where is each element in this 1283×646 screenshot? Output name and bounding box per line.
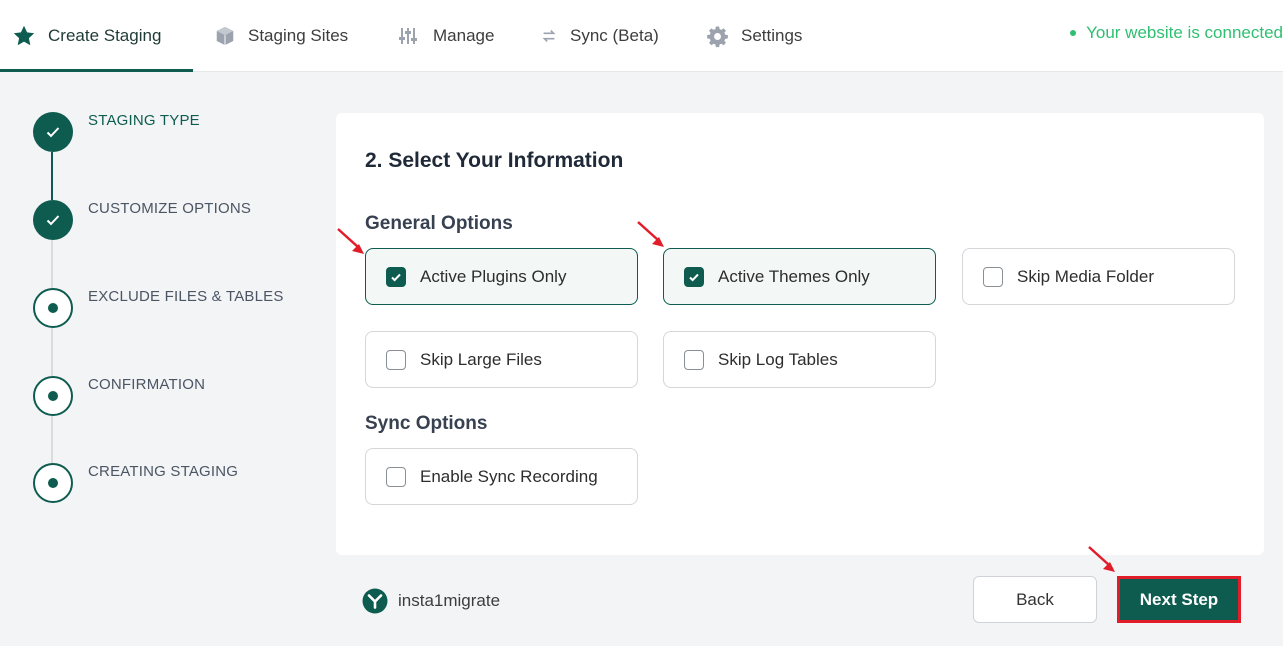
checkbox-icon[interactable] — [684, 349, 704, 370]
step-confirmation: CONFIRMATION — [33, 376, 205, 416]
tab-sync-beta[interactable]: Sync (Beta) — [540, 0, 659, 72]
option-skip-large-files[interactable]: Skip Large Files — [365, 331, 638, 388]
checkbox-checked-icon[interactable] — [386, 266, 406, 287]
step-label: CREATING STAGING — [88, 463, 239, 480]
tab-label: Staging Sites — [248, 26, 349, 45]
tab-label: Sync (Beta) — [570, 26, 659, 45]
stepper-connector-done — [51, 152, 53, 200]
select-information-card: 2. Select Your Information General Optio… — [336, 113, 1264, 555]
sync-icon — [542, 30, 556, 42]
step-pending-icon — [33, 463, 73, 503]
card-title: 2. Select Your Information — [365, 149, 624, 172]
step-label: STAGING TYPE — [88, 112, 200, 129]
next-step-button[interactable]: Next Step — [1117, 576, 1241, 623]
tab-staging-sites[interactable]: Staging Sites — [214, 0, 348, 72]
option-active-plugins-only[interactable]: Active Plugins Only — [365, 248, 638, 305]
connection-status: Your website is connected — [1070, 0, 1283, 66]
step-pending-icon — [33, 376, 73, 416]
option-skip-media-folder[interactable]: Skip Media Folder — [962, 248, 1235, 305]
progress-stepper: STAGING TYPE CUSTOMIZE OPTIONS EXCLUDE F… — [0, 72, 330, 592]
option-active-themes-only[interactable]: Active Themes Only — [663, 248, 936, 305]
tab-manage[interactable]: Manage — [399, 0, 494, 72]
tab-label: Create Staging — [48, 26, 162, 45]
stepper-connector — [51, 415, 53, 463]
step-pending-icon — [33, 288, 73, 328]
general-options-title: General Options — [365, 213, 513, 234]
star-icon — [13, 25, 35, 46]
checkbox-icon[interactable] — [386, 466, 406, 487]
sync-options-title: Sync Options — [365, 413, 488, 434]
annotation-arrow-icon — [1088, 546, 1115, 572]
stepper-connector — [51, 328, 53, 376]
cube-icon — [216, 26, 234, 46]
annotation-arrow-icon — [637, 221, 664, 247]
option-label: Active Plugins Only — [420, 266, 567, 286]
back-button[interactable]: Back — [973, 576, 1097, 623]
tab-label: Manage — [433, 26, 495, 45]
tab-create-staging[interactable]: Create Staging — [12, 0, 161, 72]
connection-status-text: Your website is connected — [1086, 23, 1283, 42]
option-label: Active Themes Only — [718, 266, 870, 286]
step-exclude-files-tables: EXCLUDE FILES & TABLES — [33, 288, 283, 328]
tab-label: Settings — [741, 26, 803, 45]
step-customize-options: CUSTOMIZE OPTIONS — [33, 200, 251, 240]
checkbox-icon[interactable] — [983, 266, 1003, 287]
annotation-arrow-icon — [337, 228, 364, 254]
option-label: Skip Media Folder — [1017, 266, 1155, 286]
step-label: CUSTOMIZE OPTIONS — [88, 200, 252, 217]
option-skip-log-tables[interactable]: Skip Log Tables — [663, 331, 936, 388]
step-creating-staging: CREATING STAGING — [33, 463, 238, 503]
checkbox-checked-icon[interactable] — [684, 266, 704, 287]
step-label: EXCLUDE FILES & TABLES — [88, 288, 284, 305]
option-label: Skip Log Tables — [718, 349, 838, 369]
stepper-connector — [51, 240, 53, 288]
brand-name: insta1migrate — [398, 591, 501, 610]
option-enable-sync-recording[interactable]: Enable Sync Recording — [365, 448, 638, 505]
tab-settings[interactable]: Settings — [706, 0, 802, 72]
gear-icon — [707, 25, 728, 47]
insta-migrate-logo-icon — [362, 588, 388, 614]
brand-logo: insta1migrate — [362, 588, 500, 614]
option-label: Skip Large Files — [420, 349, 542, 369]
checkbox-icon[interactable] — [386, 349, 406, 370]
status-dot-icon — [1070, 30, 1077, 36]
sliders-icon — [399, 28, 417, 44]
step-label: CONFIRMATION — [88, 376, 206, 393]
option-label: Enable Sync Recording — [420, 466, 598, 486]
top-navigation: Create Staging Staging Sites Manage Sync… — [0, 0, 1283, 72]
step-complete-icon — [33, 200, 73, 240]
step-staging-type: STAGING TYPE — [33, 112, 200, 152]
step-complete-icon — [33, 112, 73, 152]
